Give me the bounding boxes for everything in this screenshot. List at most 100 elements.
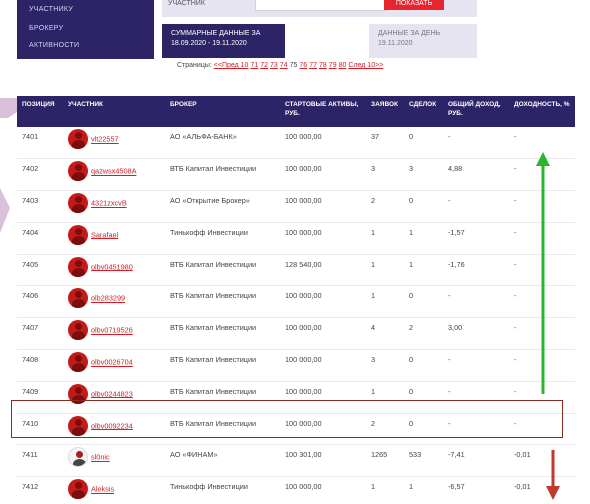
participant-filter-label: УЧАСТНИК [168,0,205,7]
user-avatar-icon[interactable] [68,256,88,277]
start-assets-cell: 100 000,00 [280,158,366,192]
user-avatar-icon[interactable] [68,288,88,309]
participant-link[interactable]: 4321zxcvB [91,199,127,208]
broker-cell: ВТБ Капитал Инвестиции [165,285,280,319]
income-cell: -1,76 [443,254,509,287]
participant-link[interactable]: Aleksis [91,485,114,494]
show-button[interactable]: ПОКАЗАТЬ [384,0,444,10]
tab-summary-line2: 18.09.2020 - 19.11.2020 [171,40,247,47]
col-header-orders: ЗАЯВОК [366,96,404,127]
position-cell: 7406 [17,285,63,319]
user-avatar-icon[interactable] [68,161,88,182]
table-row: 7412 Aleksis Тинькофф Инвестиции 100 000,00… [17,476,575,504]
income-cell: - [443,349,509,382]
pagination-page-link[interactable]: 76 [299,62,307,69]
pagination-page-link[interactable]: 80 [339,62,347,69]
income-cell: - [443,190,509,223]
participant-cell: 4321zxcvB [63,190,165,223]
broker-cell: АО «АЛЬФА-БАНК» [165,127,280,160]
orders-cell: 1 [366,222,404,255]
table-row: 7403 4321zxcvB АО «Открытие Брокер» 100 000… [17,190,575,223]
pagination-next-link[interactable]: След 10>> [348,62,383,69]
position-cell: 7401 [17,127,63,160]
participant-cell: olbv0719526 [63,317,165,351]
participant-cell: olbv0451980 [63,254,165,287]
row-highlight-box [11,400,563,438]
user-avatar-icon[interactable] [68,193,88,214]
start-assets-cell: 100 000,00 [280,222,366,255]
user-avatar-icon[interactable] [68,129,88,149]
participant-link[interactable]: olbv0719526 [91,326,133,335]
position-cell: 7408 [17,349,63,382]
col-header-start-assets: СТАРТОВЫЕ АКТИВЫ, РУБ. [280,96,366,127]
participant-cell: Aleksis [63,476,165,504]
pagination-current-page: 75 [289,62,298,69]
col-header-position: ПОЗИЦИЯ [17,96,63,127]
deals-cell: 1 [404,222,443,255]
pagination-page-link[interactable]: 71 [250,62,258,69]
start-assets-cell: 100 000,00 [280,285,366,319]
pagination-page-link[interactable]: 72 [260,62,268,69]
participant-link[interactable]: qazwsx4508A [91,167,136,176]
orders-cell: 3 [366,158,404,192]
pagination-page-link[interactable]: 74 [280,62,288,69]
down-arrow-icon [546,450,560,500]
menu-item-broker[interactable]: БРОКЕРУ [29,25,63,32]
orders-cell: 1265 [366,444,404,478]
deals-cell: 0 [404,127,443,160]
income-cell: 3,00 [443,317,509,351]
participant-link[interactable]: olb283299 [91,294,125,303]
table-header-row: ПОЗИЦИЯ УЧАСТНИК БРОКЕР СТАРТОВЫЕ АКТИВЫ… [17,96,575,127]
participant-link[interactable]: vlt22557 [91,135,119,144]
deals-cell: 533 [404,444,443,478]
user-avatar-icon[interactable] [68,447,88,468]
participant-link[interactable]: sl0nic [91,453,110,462]
user-avatar-icon[interactable] [68,352,88,373]
broker-cell: АО «Открытие Брокер» [165,190,280,223]
menu-item-activity[interactable]: АКТИВНОСТИ [29,42,79,49]
tab-daily-line2: 19.11.2020 [378,40,413,47]
user-avatar-icon[interactable] [68,224,88,245]
broker-cell: АО «ФИНАМ» [165,444,280,478]
participant-link[interactable]: Sarafael [91,230,118,239]
rating-table: ПОЗИЦИЯ УЧАСТНИК БРОКЕР СТАРТОВЫЕ АКТИВЫ… [17,96,575,504]
deals-cell: 0 [404,349,443,382]
table-row: 7406 olb283299 ВТБ Капитал Инвестиции 100 0… [17,285,575,319]
position-cell: 7404 [17,222,63,255]
table-row: 7408 olbv0026704 ВТБ Капитал Инвестиции 100… [17,349,575,382]
pagination: Страницы: <<Пред 10 71 72 73 74 75 76 77 78 79 80 С… [177,62,385,69]
deals-cell: 1 [404,254,443,287]
pagination-page-link[interactable]: 79 [329,62,337,69]
start-assets-cell: 100 000,00 [280,349,366,382]
orders-cell: 3 [366,349,404,382]
pagination-prev-link[interactable]: <<Пред 10 [214,62,249,69]
user-avatar-icon[interactable] [68,320,88,341]
participant-search-input[interactable] [255,0,387,11]
income-cell: -7,41 [443,444,509,478]
tab-summary-data[interactable]: СУММАРНЫЕ ДАННЫЕ ЗА 18.09.2020 - 19.11.2… [162,24,285,58]
participant-link[interactable]: olbv0451980 [91,262,133,271]
participant-cell: qazwsx4508A [63,158,165,192]
orders-cell: 4 [366,317,404,351]
broker-cell: Тинькофф Инвестиции [165,222,280,255]
participant-link[interactable]: olbv0026704 [91,358,133,367]
deals-cell: 3 [404,158,443,192]
orders-cell: 1 [366,476,404,504]
pagination-page-link[interactable]: 77 [309,62,317,69]
participant-link[interactable]: olbv0244823 [91,389,133,398]
col-header-deals: СДЕЛОК [404,96,443,127]
participant-cell: vlt22557 [63,127,165,160]
pagination-page-link[interactable]: 78 [319,62,327,69]
menu-item-participant[interactable]: УЧАСТНИКУ [29,6,73,13]
orders-cell: 2 [366,190,404,223]
yield-cell: -0,01 [509,476,575,504]
table-row: 7411 sl0nic АО «ФИНАМ» 100 301,00 1265 533 -7,… [17,444,575,478]
pagination-page-link[interactable]: 73 [270,62,278,69]
up-arrow-icon [536,152,550,394]
position-cell: 7405 [17,254,63,287]
participant-cell: olbv0026704 [63,349,165,382]
start-assets-cell: 100 000,00 [280,476,366,504]
user-avatar-icon[interactable] [68,479,88,500]
tab-daily-data[interactable]: ДАННЫЕ ЗА ДЕНЬ 19.11.2020 [369,24,477,58]
pagination-label: Страницы: [177,62,212,69]
